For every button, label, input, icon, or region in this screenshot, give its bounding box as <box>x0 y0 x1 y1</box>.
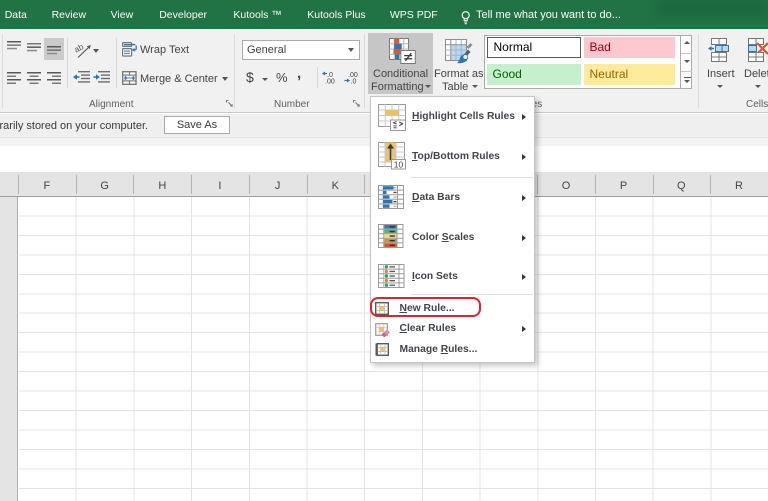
svg-text:.00: .00 <box>325 79 335 85</box>
svg-text:.0: .0 <box>351 79 357 85</box>
svg-text:10: 10 <box>394 160 404 170</box>
